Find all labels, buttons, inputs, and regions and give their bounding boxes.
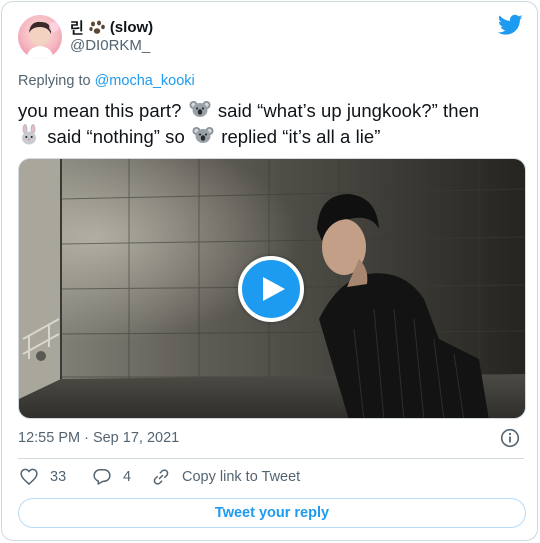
koala-icon: [189, 98, 211, 120]
reply-context-prefix: Replying to: [18, 73, 95, 89]
play-button[interactable]: [238, 256, 304, 322]
rabbit-icon: [18, 124, 40, 146]
tweet-timestamp[interactable]: 12:55 PM · Sep 17, 2021: [18, 430, 179, 446]
tweet-text: you mean this part? said “what’s up jung…: [18, 98, 528, 150]
copy-link-label: Copy link to Tweet: [182, 469, 301, 485]
like-action[interactable]: 33: [20, 468, 66, 485]
tweet-your-reply-button[interactable]: Tweet your reply: [18, 498, 526, 528]
display-name-suffix: (slow): [109, 19, 154, 36]
reply-action[interactable]: 4: [93, 468, 131, 485]
copy-link-action[interactable]: Copy link to Tweet: [152, 468, 300, 486]
like-count: 33: [50, 468, 67, 485]
heart-icon: [20, 468, 38, 485]
avatar-image: [18, 15, 62, 59]
user-handle[interactable]: @DI0RKM_: [70, 37, 150, 54]
display-name: 린: [70, 20, 84, 37]
twitter-bird-icon[interactable]: [497, 14, 523, 36]
reply-count: 4: [123, 468, 132, 485]
reply-context: Replying to @mocha_kooki: [18, 73, 195, 89]
tweet-card: 린 (slow) @DI0RKM_ Replying to @mocha_koo…: [1, 1, 538, 541]
display-name-row[interactable]: 린 (slow): [70, 17, 153, 38]
divider: [18, 458, 524, 459]
tweet-text-segment: said “what’s up jungkook?” then: [217, 100, 480, 121]
reply-bubble-icon: [93, 469, 111, 485]
koala-icon: [192, 124, 214, 146]
paw-prints-icon: [88, 20, 106, 36]
link-icon: [153, 469, 169, 485]
tweet-text-segment: replied “it’s all a lie”: [221, 126, 381, 147]
tweet-text-segment: you mean this part?: [18, 100, 182, 121]
play-icon: [263, 277, 285, 301]
tweet-text-segment: said “nothing” so: [47, 126, 185, 147]
info-icon[interactable]: [500, 428, 520, 448]
avatar[interactable]: [18, 15, 62, 59]
reply-mention-link[interactable]: @mocha_kooki: [95, 73, 195, 89]
